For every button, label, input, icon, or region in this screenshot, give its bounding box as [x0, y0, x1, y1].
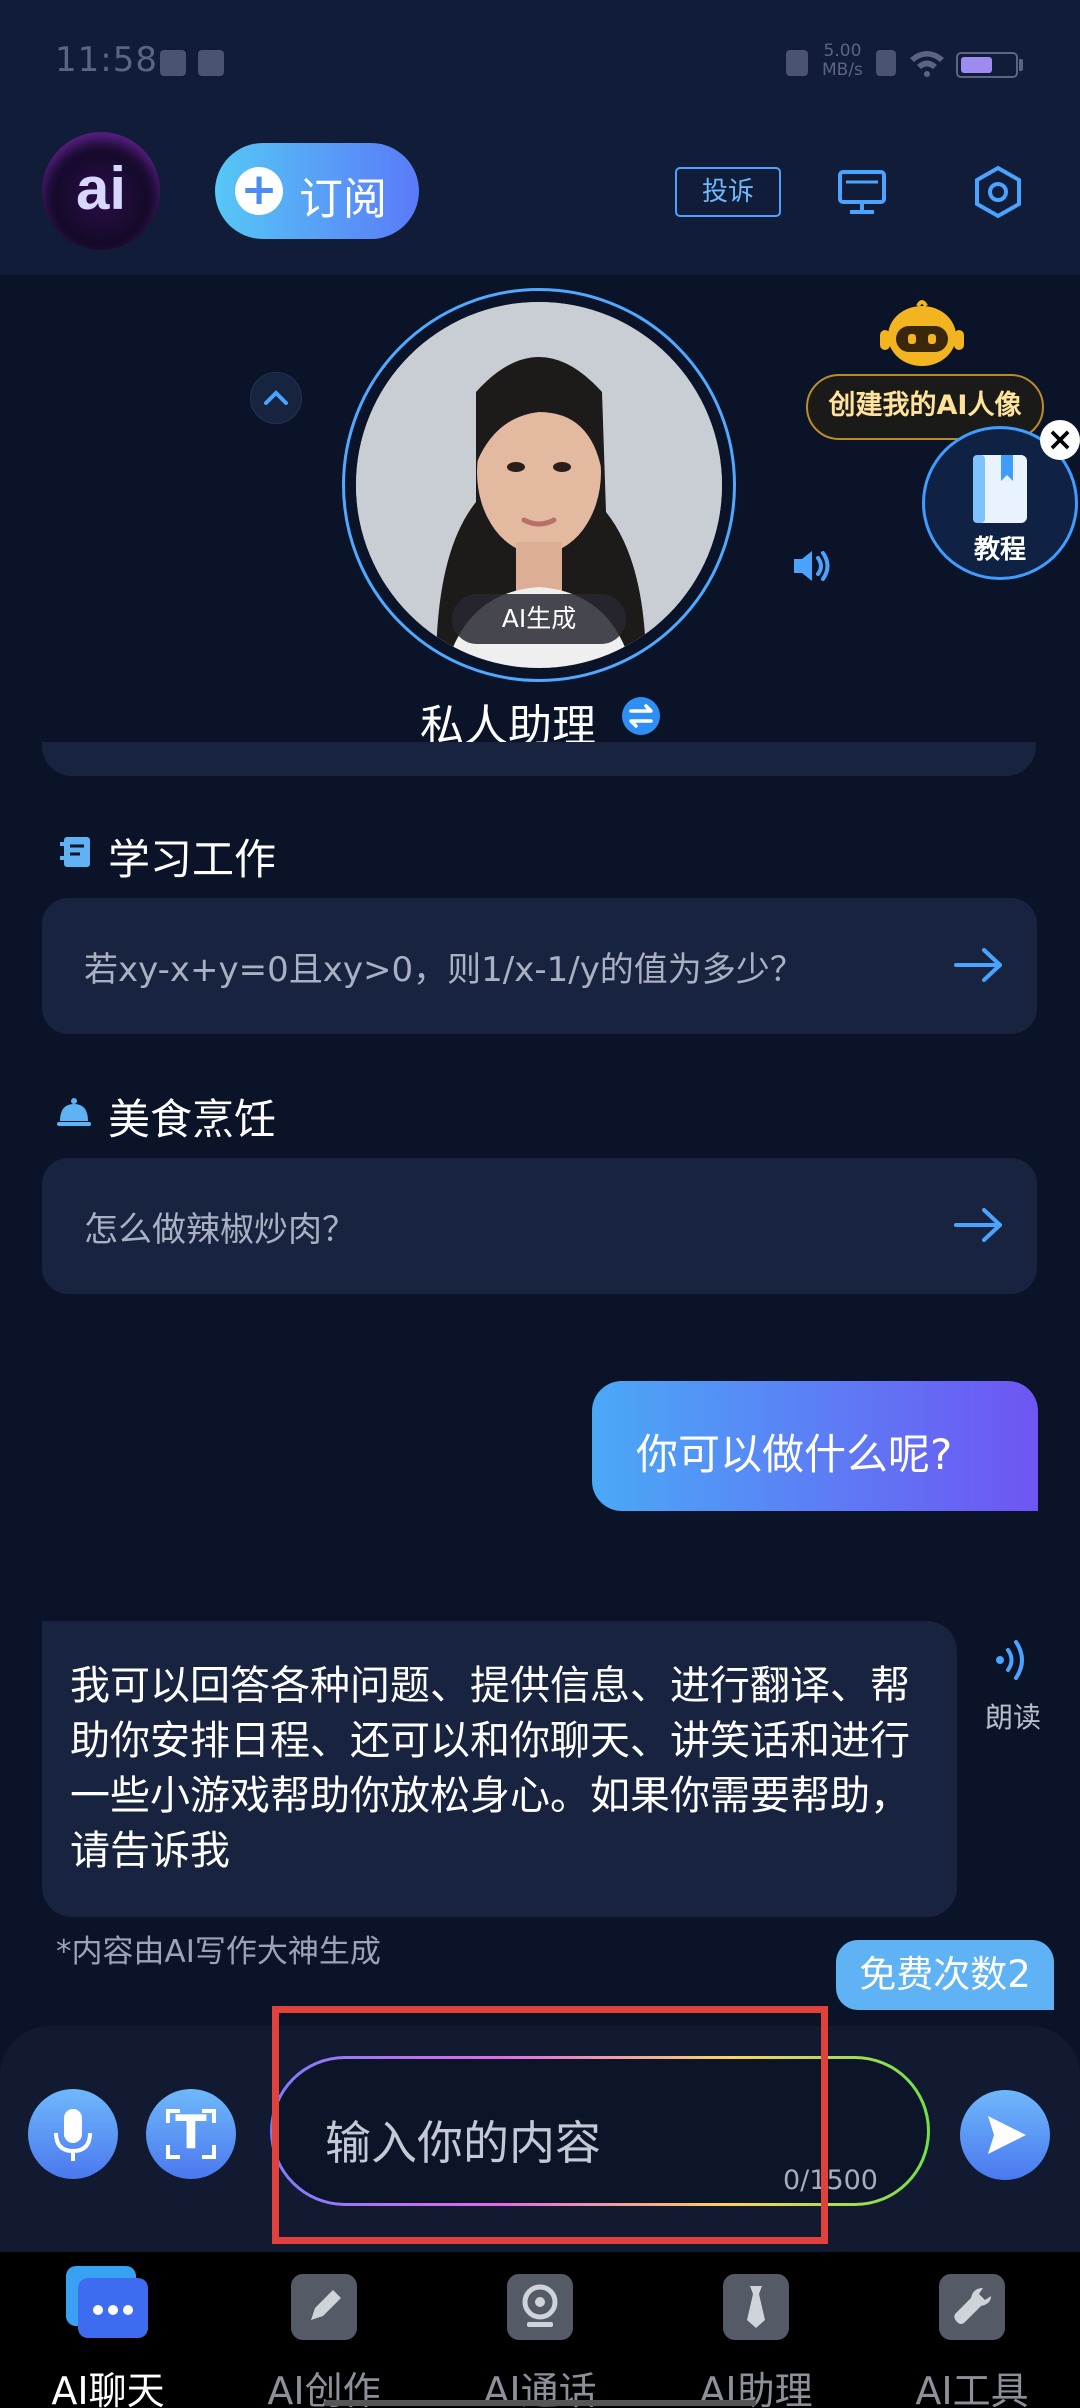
pencil-icon — [291, 2274, 357, 2340]
notebook-icon — [60, 837, 90, 867]
webcam-glyph — [522, 2284, 558, 2327]
webcam-icon — [507, 2274, 573, 2340]
tab-ai-assistant[interactable]: AI助理 — [648, 2264, 864, 2408]
network-speed-unit: MB/s — [822, 60, 863, 80]
network-speed: 5.00 MB/s — [822, 42, 863, 80]
dish-cover-icon — [57, 1098, 91, 1126]
switch-assistant-icon[interactable] — [622, 697, 660, 735]
suggestion-prompt: 怎么做辣椒炒肉？ — [84, 1210, 356, 1250]
tab-ai-tools[interactable]: AI工具 — [864, 2264, 1080, 2408]
subscribe-label: 订阅 — [299, 174, 387, 225]
battery-level — [961, 57, 992, 73]
input-highlight-box — [272, 2006, 828, 2244]
arrow-right-icon — [954, 1208, 1002, 1242]
home-indicator[interactable] — [324, 2400, 756, 2406]
chevron-up-icon — [264, 390, 288, 405]
arrow-right-icon — [954, 948, 1002, 982]
send-button[interactable] — [960, 2090, 1050, 2180]
suggestion-prompt: 若xy-x+y=0且xy>0，则1/x-1/y的值为多少？ — [84, 950, 804, 990]
ai-generated-note: *内容由AI写作大神生成 — [56, 1934, 381, 1970]
status-bar: 11:58 5.00 MB/s — [0, 0, 1080, 120]
ai-message-text: 我可以回答各种问题、提供信息、进行翻译、帮助你安排日程、还可以和你聊天、讲笑话和… — [70, 1663, 910, 1874]
free-count-badge[interactable]: 免费次数2 — [836, 1940, 1054, 2010]
status-time: 11:58 — [55, 40, 158, 80]
swap-arrows-icon — [629, 704, 653, 728]
mute-icon — [786, 50, 808, 76]
text-recognition-button[interactable]: T — [146, 2089, 236, 2179]
screen-cast-icon[interactable] — [832, 162, 892, 222]
wrench-glyph — [954, 2288, 991, 2324]
suggestion-card-study-work[interactable]: 若xy-x+y=0且xy>0，则1/x-1/y的值为多少？ — [42, 898, 1037, 1034]
book-icon — [973, 455, 1027, 523]
battery-tip — [1019, 59, 1023, 71]
robot-icon — [880, 300, 964, 366]
speaker-icon[interactable] — [790, 543, 836, 589]
app-logo[interactable]: ai — [42, 132, 160, 250]
suggestion-card-cooking[interactable]: 怎么做辣椒炒肉？ — [42, 1158, 1037, 1294]
settings-icon[interactable] — [968, 162, 1028, 222]
app-screen: 11:58 5.00 MB/s ai + 订阅 投诉 AI生成 私人助理 创建我… — [0, 0, 1080, 2408]
plus-icon: + — [235, 167, 283, 215]
tab-label: AI聊天 — [51, 2369, 165, 2408]
tab-ai-chat[interactable]: AI聊天 — [0, 2264, 216, 2408]
bottom-tab-bar: AI聊天 AI创作 AI通话 AI助理 AI工具 — [0, 2252, 1080, 2408]
tab-label: AI工具 — [915, 2369, 1029, 2408]
network-speed-value: 5.00 — [823, 41, 862, 61]
tab-ai-create[interactable]: AI创作 — [216, 2264, 432, 2408]
collapse-button[interactable] — [250, 372, 302, 424]
battery-icon — [956, 52, 1018, 78]
ai-message-bubble[interactable]: 我可以回答各种问题、提供信息、进行翻译、帮助你安排日程、还可以和你聊天、讲笑话和… — [42, 1621, 957, 1917]
tab-ai-call[interactable]: AI通话 — [432, 2264, 648, 2408]
read-aloud-label[interactable]: 朗读 — [985, 1696, 1041, 1736]
sim-icon — [876, 50, 896, 76]
app-logo-text: ai — [75, 155, 127, 222]
tutorial-label: 教程 — [973, 535, 1026, 565]
wrench-icon — [939, 2274, 1005, 2340]
close-tutorial-icon[interactable]: × — [1040, 420, 1080, 460]
chat-bubble-icon — [66, 2266, 148, 2338]
section-title-cooking: 美食烹饪 — [108, 1095, 277, 1144]
microphone-icon — [54, 2109, 92, 2161]
send-icon — [988, 2116, 1026, 2154]
wifi-icon — [910, 51, 944, 77]
subscribe-button[interactable]: + 订阅 — [215, 143, 419, 239]
app-notification-icon — [198, 50, 224, 76]
voice-input-button[interactable] — [28, 2089, 118, 2179]
user-message-text: 你可以做什么呢? — [636, 1430, 953, 1479]
gallery-notification-icon — [160, 50, 186, 76]
ai-generated-badge: AI生成 — [452, 594, 626, 644]
user-message-bubble[interactable]: 你可以做什么呢? — [592, 1381, 1038, 1511]
necktie-glyph — [747, 2286, 765, 2328]
necktie-icon — [723, 2274, 789, 2340]
read-aloud-icon[interactable] — [988, 1630, 1040, 1682]
pencil-glyph — [311, 2290, 341, 2320]
text-glyph: T — [175, 2105, 207, 2159]
section-title-study-work: 学习工作 — [108, 835, 277, 884]
complain-button[interactable]: 投诉 — [675, 167, 781, 217]
collapsed-card-edge — [42, 742, 1036, 776]
